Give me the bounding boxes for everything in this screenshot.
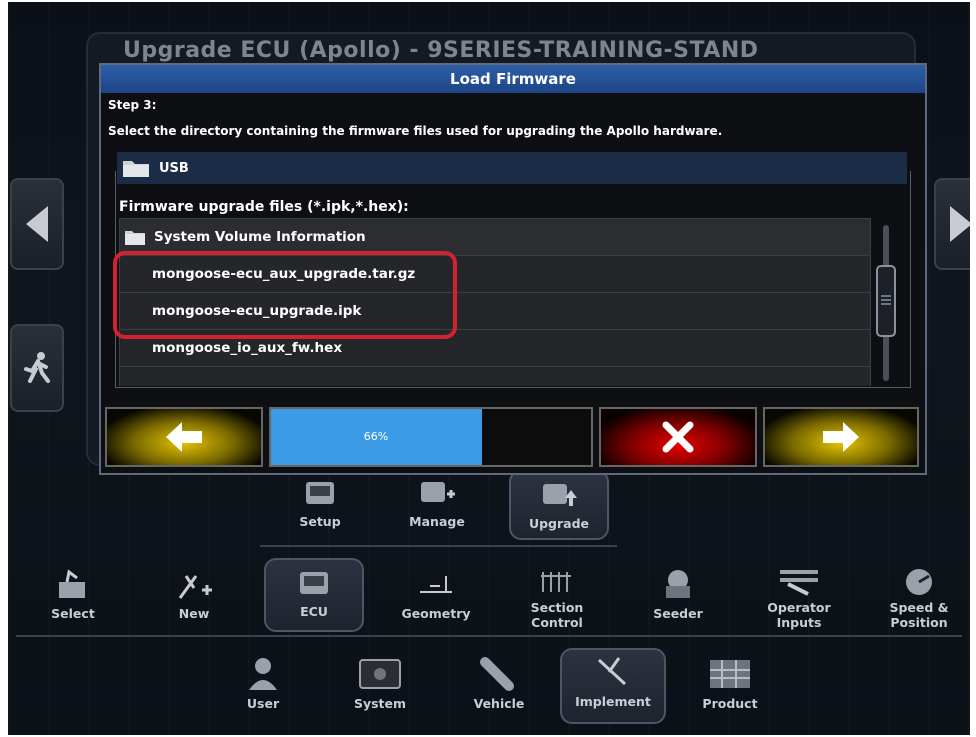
nav-geometry-label: Geometry bbox=[401, 606, 471, 621]
step-label: Step 3: bbox=[108, 98, 157, 112]
new-implement-icon bbox=[178, 575, 212, 599]
run-screen-button[interactable] bbox=[10, 324, 64, 412]
nav-new-label: New bbox=[178, 606, 210, 621]
next-button[interactable] bbox=[763, 407, 919, 467]
nav-system-button[interactable]: System bbox=[330, 652, 430, 722]
nav-geometry-button[interactable]: Geometry bbox=[386, 562, 486, 632]
firmware-files-label: Firmware upgrade files (*.ipk,*.hex): bbox=[119, 199, 409, 215]
nav-setup-label: Setup bbox=[299, 514, 341, 529]
folder-icon bbox=[123, 161, 149, 177]
back-button[interactable] bbox=[105, 407, 263, 467]
nav-upgrade-button[interactable]: Upgrade bbox=[509, 470, 609, 540]
nav-new-button[interactable]: New bbox=[144, 562, 244, 632]
file-name: mongoose_io_aux_fw.hex bbox=[152, 340, 343, 356]
speed-position-icon bbox=[906, 569, 932, 595]
dialog-title: Load Firmware bbox=[101, 65, 925, 93]
nav-implement-label: Implement bbox=[575, 694, 651, 709]
nav-ecu-button[interactable]: ECU bbox=[264, 558, 364, 632]
background-page-title: Upgrade ECU (Apollo) - 9SERIES-TRAINING-… bbox=[123, 38, 759, 63]
implement-icon bbox=[597, 657, 627, 686]
ecu-icon bbox=[300, 572, 328, 594]
user-icon bbox=[249, 658, 277, 690]
geometry-icon bbox=[420, 576, 452, 593]
nav-manage-button[interactable]: Manage bbox=[387, 470, 487, 540]
operator-inputs-icon bbox=[780, 570, 818, 596]
nav-seeder-button[interactable]: Seeder bbox=[628, 562, 728, 632]
nav-section-control-label: Section Control bbox=[530, 600, 584, 630]
directory-label: USB bbox=[159, 160, 189, 176]
arrow-right-icon bbox=[823, 422, 859, 452]
previous-page-button[interactable] bbox=[10, 178, 64, 270]
load-firmware-dialog: Load Firmware Step 3: Select the directo… bbox=[99, 63, 927, 475]
next-page-button[interactable] bbox=[934, 178, 970, 270]
arrow-left-icon bbox=[166, 422, 202, 452]
vehicle-icon bbox=[480, 657, 514, 691]
running-man-icon bbox=[24, 352, 50, 383]
screen: Upgrade ECU (Apollo) - 9SERIES-TRAINING-… bbox=[8, 2, 970, 735]
directory-selector[interactable]: USB bbox=[117, 152, 907, 184]
nav-section-control-button[interactable]: Section Control bbox=[507, 562, 607, 632]
progress-label: 66% bbox=[363, 430, 389, 443]
nav-select-button[interactable]: Select bbox=[23, 562, 123, 632]
cancel-button[interactable] bbox=[599, 407, 757, 467]
nav-vehicle-label: Vehicle bbox=[473, 696, 525, 711]
nav-system-label: System bbox=[353, 696, 407, 711]
close-icon bbox=[662, 421, 694, 453]
nav-manage-label: Manage bbox=[409, 514, 465, 529]
dialog-button-row: 66% bbox=[105, 407, 919, 467]
nav-vehicle-button[interactable]: Vehicle bbox=[449, 652, 549, 722]
nav-speed-position-button[interactable]: Speed & Position bbox=[869, 562, 969, 632]
nav-product-button[interactable]: Product bbox=[680, 652, 780, 722]
nav-speed-position-label: Speed & Position bbox=[889, 600, 949, 630]
nav-operator-inputs-label: Operator Inputs bbox=[767, 600, 831, 630]
nav-operator-inputs-button[interactable]: Operator Inputs bbox=[749, 562, 849, 632]
file-list-item[interactable] bbox=[119, 366, 871, 386]
nav-user-button[interactable]: User bbox=[213, 652, 313, 722]
scrollbar-thumb[interactable] bbox=[876, 265, 896, 337]
system-icon bbox=[359, 659, 401, 689]
nav-ecu-label: ECU bbox=[300, 604, 328, 619]
ecu-upgrade-icon bbox=[543, 484, 577, 506]
progress-bar: 66% bbox=[269, 407, 593, 467]
file-name: System Volume Information bbox=[154, 229, 366, 245]
nav-product-label: Product bbox=[702, 696, 758, 711]
highlight-annotation bbox=[113, 251, 457, 339]
ecu-manage-icon bbox=[421, 482, 455, 502]
grip-icon bbox=[881, 295, 891, 305]
chevron-left-icon bbox=[26, 206, 48, 242]
seeder-icon bbox=[666, 570, 690, 598]
select-implement-icon bbox=[59, 569, 85, 598]
nav-select-label: Select bbox=[51, 606, 95, 621]
section-control-icon bbox=[541, 572, 571, 592]
product-icon bbox=[710, 660, 750, 688]
folder-icon bbox=[125, 231, 145, 245]
file-list-item[interactable]: System Volume Information bbox=[119, 218, 871, 255]
nav-upgrade-label: Upgrade bbox=[528, 516, 590, 531]
chevron-right-icon bbox=[950, 206, 970, 242]
ecu-setup-icon bbox=[306, 482, 334, 504]
nav-setup-button[interactable]: Setup bbox=[270, 470, 370, 540]
nav-user-label: User bbox=[246, 696, 280, 711]
nav-seeder-label: Seeder bbox=[653, 606, 703, 621]
nav-implement-button[interactable]: Implement bbox=[560, 648, 666, 724]
instruction-text: Select the directory containing the firm… bbox=[108, 124, 723, 138]
